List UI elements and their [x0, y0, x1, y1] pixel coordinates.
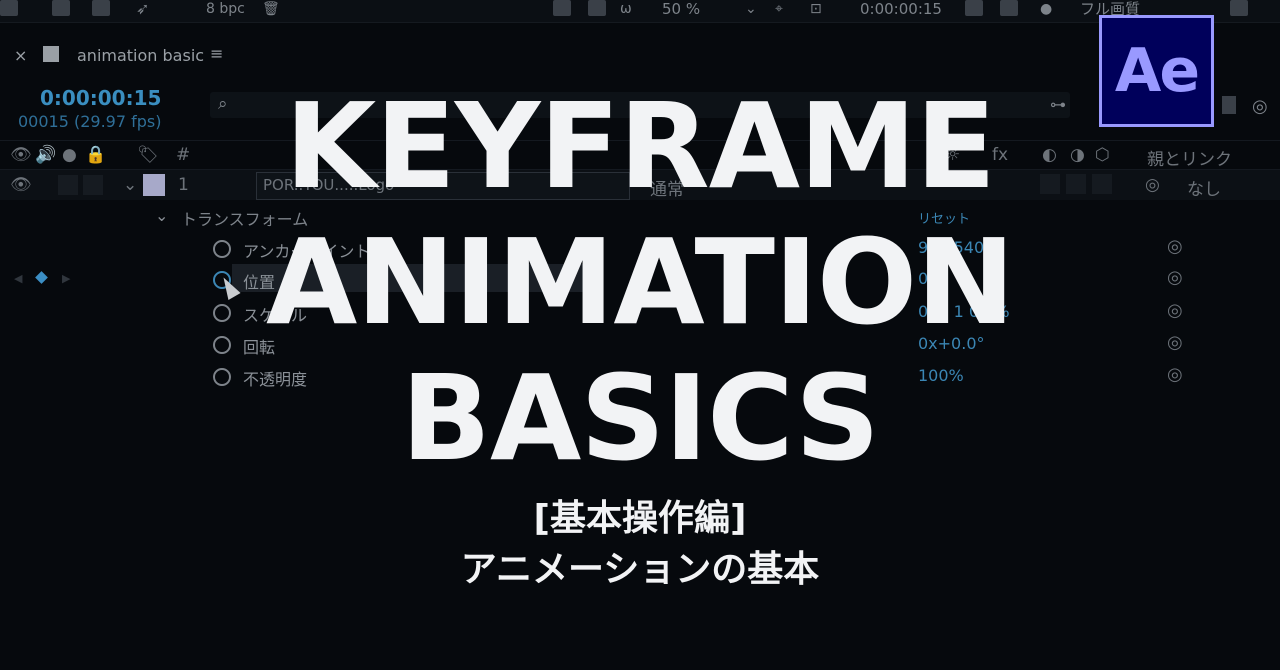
camera-icon[interactable]	[965, 0, 983, 16]
mask-icon[interactable]: ω	[620, 0, 632, 22]
menu-icon[interactable]: ≡	[210, 44, 223, 63]
chevron-down-icon[interactable]: ⌄	[745, 0, 757, 22]
close-icon[interactable]: ×	[14, 46, 27, 65]
composition-icon[interactable]	[0, 0, 18, 16]
top-toolbar: ➶ 8 bpc 🗑 ω 50 % ⌄ ⌖ ⊡ 0:00:00:15 ● フル画質	[0, 0, 1280, 23]
footage-icon[interactable]	[92, 0, 110, 16]
color-icon[interactable]: ●	[1040, 0, 1052, 22]
region-icon[interactable]: ⌖	[775, 0, 783, 22]
channel-icon[interactable]	[1000, 0, 1018, 16]
monitor-icon[interactable]	[588, 0, 606, 16]
composition-icon	[43, 46, 59, 62]
subtitle-bracket: [基本操作編]	[533, 498, 747, 539]
rocket-icon[interactable]: ➶	[136, 0, 149, 22]
bit-depth-label[interactable]: 8 bpc	[206, 0, 245, 22]
title-line-1: KEYFRAME	[284, 77, 996, 215]
timeline-tab: × animation basic ≡	[0, 38, 1100, 72]
trash-icon[interactable]: 🗑	[262, 0, 280, 22]
title-overlay: KEYFRAME ANIMATION BASICS	[0, 78, 1280, 486]
title-line-3: BASICS	[401, 349, 880, 487]
snapshot-icon[interactable]	[553, 0, 571, 16]
tab-label[interactable]: animation basic	[77, 46, 204, 65]
transparency-icon[interactable]: ⊡	[810, 0, 822, 22]
zoom-select[interactable]: 50 %	[662, 0, 700, 22]
toolbar-timecode[interactable]: 0:00:00:15	[860, 0, 942, 22]
fullscreen-icon[interactable]	[1230, 0, 1248, 16]
folder-icon[interactable]	[52, 0, 70, 16]
title-line-2: ANIMATION	[265, 213, 1015, 351]
subtitle-main: アニメーションの基本	[460, 549, 820, 590]
